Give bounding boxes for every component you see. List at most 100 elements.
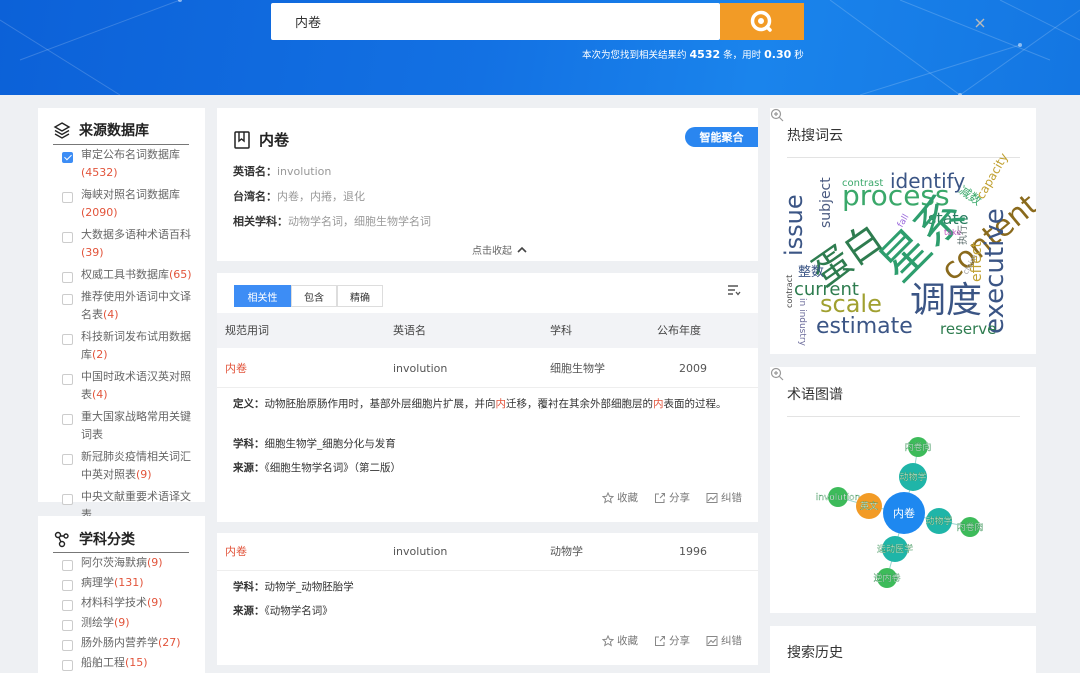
cloud-word[interactable]: subject bbox=[818, 177, 834, 228]
english-name-label: 英语名： bbox=[233, 165, 277, 178]
source-item[interactable]: 大数据多语种术语百科 (39) bbox=[62, 226, 199, 262]
row-separator bbox=[217, 522, 758, 533]
source-count: (4532) bbox=[81, 166, 118, 179]
search-input[interactable] bbox=[271, 3, 701, 40]
related-subject-label: 相关学科： bbox=[233, 215, 288, 228]
cloud-word[interactable]: estimate bbox=[816, 314, 913, 339]
row-actions: 收藏 分享 纠错 bbox=[602, 490, 742, 505]
definition-text-part: 动物胚胎原肠作用时，基部外层细胞片扩展，并向 bbox=[264, 398, 496, 410]
source-item[interactable]: 审定公布名词数据库 (4532) bbox=[62, 146, 199, 182]
taiwan-name-row: 台湾名：内卷，内捲，退化 bbox=[233, 188, 365, 204]
source-label: 海峡对照名词数据库 (2090) bbox=[81, 186, 199, 222]
cloud-word[interactable]: contract bbox=[785, 275, 794, 308]
source-label: 中国时政术语汉英对照表(4) bbox=[81, 368, 199, 404]
tab-exact[interactable]: 精确 bbox=[337, 285, 383, 307]
subject-item[interactable]: 船舶工程(15) bbox=[62, 654, 199, 672]
source-item[interactable]: 推荐使用外语词中文译名表(4) bbox=[62, 288, 199, 324]
tab-contains[interactable]: 包含 bbox=[291, 285, 337, 307]
source-item[interactable]: 权威工具书数据库(65) bbox=[62, 266, 199, 284]
result-summary: 本次为您找到相关结果约 4532 条，用时 0.30 秒 bbox=[582, 47, 804, 61]
tab-relevance[interactable]: 相关性 bbox=[234, 285, 291, 307]
checkbox[interactable] bbox=[62, 374, 73, 385]
checkbox[interactable] bbox=[62, 152, 73, 163]
checkbox[interactable] bbox=[62, 580, 73, 591]
checkbox[interactable] bbox=[62, 560, 73, 571]
sort-icon[interactable] bbox=[727, 283, 741, 297]
source-detail-value: 《细胞生物学名词》（第二版） bbox=[264, 462, 402, 474]
checkbox[interactable] bbox=[62, 192, 73, 203]
cloud-word[interactable]: identify bbox=[890, 169, 965, 193]
source-item[interactable]: 海峡对照名词数据库 (2090) bbox=[62, 186, 199, 222]
graph-node-label: 动物学 bbox=[899, 471, 926, 483]
source-label: 审定公布名词数据库 (4532) bbox=[81, 146, 199, 182]
cloud-word[interactable]: 调度 bbox=[910, 280, 982, 321]
source-list: 审定公布名词数据库 (4532) 海峡对照名词数据库 (2090) 大数据多语种术语百科… bbox=[62, 146, 199, 528]
favorite-button[interactable]: 收藏 bbox=[602, 633, 638, 648]
subject-name: 阿尔茨海默病 bbox=[81, 556, 147, 569]
source-item[interactable]: 新冠肺炎疫情相关词汇中英对照表(9) bbox=[62, 448, 199, 484]
share-label: 分享 bbox=[669, 492, 690, 504]
row-term[interactable]: 内卷 bbox=[225, 350, 247, 388]
share-button[interactable]: 分享 bbox=[654, 633, 690, 648]
share-button[interactable]: 分享 bbox=[654, 490, 690, 505]
graph-center-label: 内卷 bbox=[893, 506, 915, 520]
checkbox[interactable] bbox=[62, 600, 73, 611]
graph-node-label: 运动医学 bbox=[877, 543, 913, 555]
source-detail-value: 《动物学名词》 bbox=[264, 605, 333, 617]
close-icon[interactable] bbox=[973, 16, 987, 30]
subject-label: 船舶工程(15) bbox=[81, 654, 199, 672]
checkbox[interactable] bbox=[62, 294, 73, 305]
search-icon bbox=[750, 10, 772, 32]
source-item[interactable]: 重大国家战略常用关键词表 bbox=[62, 408, 199, 444]
subject-item[interactable]: 肠外肠内营养学(27) bbox=[62, 634, 199, 652]
share-icon bbox=[655, 492, 665, 503]
definition-highlight: 内 bbox=[653, 398, 664, 410]
report-error-button[interactable]: 纠错 bbox=[706, 490, 742, 505]
source-count: (4) bbox=[92, 388, 108, 401]
collapse-label: 点击收起 bbox=[472, 246, 512, 257]
smart-aggregation-button[interactable]: 智能聚合 bbox=[685, 127, 758, 147]
time-unit: 秒 bbox=[794, 50, 804, 61]
search-box bbox=[271, 3, 985, 40]
checkbox[interactable] bbox=[62, 232, 73, 243]
report-error-button[interactable]: 纠错 bbox=[706, 633, 742, 648]
column-header-year: 公布年度 bbox=[657, 324, 701, 337]
checkbox[interactable] bbox=[62, 414, 73, 425]
cloud-word[interactable]: 整数 bbox=[798, 265, 824, 280]
table-row[interactable]: 内卷 involution 细胞生物学 2009 bbox=[217, 350, 758, 388]
checkbox[interactable] bbox=[62, 272, 73, 283]
checkbox[interactable] bbox=[62, 494, 73, 505]
source-item[interactable]: 中国时政术语汉英对照表(4) bbox=[62, 368, 199, 404]
source-database-panel: 来源数据库 审定公布名词数据库 (4532) 海峡对照名词数据库 (2090) 大数据多… bbox=[38, 108, 205, 521]
search-header: 本次为您找到相关结果约4532条，用时0.30秒 bbox=[0, 0, 1080, 95]
checkbox[interactable] bbox=[62, 620, 73, 631]
favorite-button[interactable]: 收藏 bbox=[602, 490, 638, 505]
subject-item[interactable]: 阿尔茨海默病(9) bbox=[62, 554, 199, 572]
checkbox[interactable] bbox=[62, 640, 73, 651]
cloud-word[interactable]: in industry bbox=[797, 298, 807, 347]
subject-item[interactable]: 测绘学(9) bbox=[62, 614, 199, 632]
source-item[interactable]: 科技新词发布试用数据库(2) bbox=[62, 328, 199, 364]
cloud-word[interactable]: capacity bbox=[973, 151, 1010, 202]
checkbox[interactable] bbox=[62, 334, 73, 345]
table-row[interactable]: 内卷 involution 动物学 1996 bbox=[217, 533, 758, 571]
row-english: involution bbox=[393, 362, 448, 375]
cloud-word[interactable]: 执行 bbox=[956, 225, 969, 245]
cloud-word[interactable]: issue bbox=[780, 194, 808, 256]
divider bbox=[53, 144, 189, 145]
subject-item[interactable]: 材料科学技术(9) bbox=[62, 594, 199, 612]
checkbox[interactable] bbox=[62, 454, 73, 465]
row-term[interactable]: 内卷 bbox=[225, 533, 247, 571]
graph-node-label: 动物学 bbox=[925, 515, 952, 527]
checkbox[interactable] bbox=[62, 660, 73, 671]
molecule-icon bbox=[54, 531, 69, 548]
cloud-word[interactable]: reserve bbox=[940, 320, 996, 338]
collapse-toggle[interactable]: 点击收起 bbox=[472, 242, 527, 257]
graph-node-label: 内卷肉 bbox=[956, 521, 983, 533]
english-name-row: 英语名：involution bbox=[233, 163, 331, 179]
subject-item[interactable]: 病理学(131) bbox=[62, 574, 199, 592]
subject-list: 阿尔茨海默病(9) 病理学(131) 材料科学技术(9) 测绘学(9) 肠外肠内营养学(… bbox=[62, 554, 199, 673]
source-count: (9) bbox=[136, 468, 152, 481]
source-name: 推荐使用外语词中文译名表 bbox=[81, 290, 191, 321]
search-button[interactable] bbox=[720, 3, 804, 40]
